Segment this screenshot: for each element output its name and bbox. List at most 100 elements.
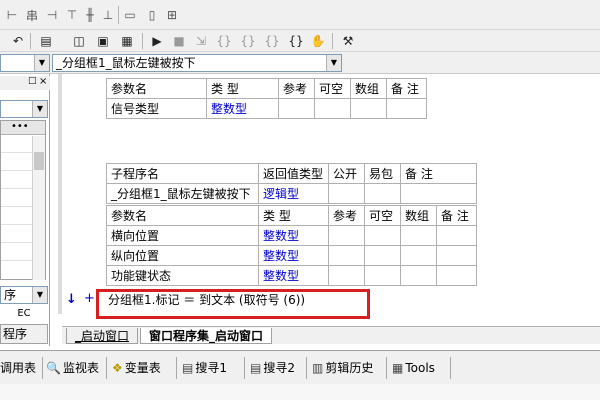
highlight-box bbox=[96, 289, 370, 319]
param-type-cell[interactable]: 整数型 bbox=[258, 225, 329, 246]
align-top-icon[interactable]: ⊤ bbox=[64, 7, 80, 23]
tab-separator bbox=[42, 357, 43, 379]
bottom-tool-tabs: 调用表 🔍 监视表 ❖ 变量表 ▤ 搜寻1 ▤ 搜寻2 ▥ 剪辑历史 ▦ Too… bbox=[0, 350, 600, 384]
table-row[interactable]: 横向位置 整数型 bbox=[106, 225, 477, 246]
tab-clipboard-history[interactable]: ▥ 剪辑历史 bbox=[312, 359, 373, 377]
panel-bottom-combo[interactable]: 序 ▼ bbox=[0, 286, 48, 304]
tab-call-table-label: 调用表 bbox=[0, 361, 37, 375]
table-cell[interactable] bbox=[278, 98, 315, 119]
pin-icon[interactable]: □ bbox=[28, 76, 37, 86]
table-cell[interactable] bbox=[328, 183, 365, 204]
tab-find2[interactable]: ▤ 搜寻2 bbox=[250, 359, 295, 377]
tab-window-class[interactable]: 窗口程序集_启动窗口 bbox=[140, 328, 273, 344]
align-bottom-icon[interactable]: ⊥ bbox=[100, 7, 116, 23]
tab-separator bbox=[450, 357, 451, 379]
stop-icon[interactable]: ■ bbox=[172, 33, 186, 49]
run-to-cursor-icon[interactable]: {} bbox=[288, 33, 304, 49]
tab-watch[interactable]: 🔍 监视表 bbox=[46, 359, 99, 377]
table-cell[interactable] bbox=[436, 245, 477, 266]
view-layout-b-icon[interactable]: ▣ bbox=[94, 33, 112, 49]
table-cell[interactable] bbox=[364, 265, 401, 286]
table-cell[interactable] bbox=[400, 245, 437, 266]
selector-bar: ▼ _分组框1_鼠标左键被按下 ▼ bbox=[0, 52, 600, 74]
left-panel: □ × ▼ ••• 序 ▼ EC 程序 bbox=[0, 74, 50, 346]
toolbar-separator bbox=[142, 33, 143, 49]
table-cell[interactable] bbox=[436, 265, 477, 286]
table-cell[interactable] bbox=[436, 225, 477, 246]
same-size-icon[interactable]: ⊞ bbox=[164, 7, 180, 23]
ellipsis-button[interactable]: ••• bbox=[11, 121, 29, 132]
tab-tools[interactable]: ▦ Tools bbox=[392, 359, 435, 377]
table-cell[interactable] bbox=[400, 183, 477, 204]
tab-variables-label: 变量表 bbox=[124, 361, 161, 375]
align-left-icon[interactable]: ⊢ bbox=[4, 7, 20, 23]
line-arrow-icon[interactable]: ↓ bbox=[66, 292, 77, 307]
subroutine-name-cell[interactable]: _分组框1_鼠标左键被按下 bbox=[106, 183, 259, 204]
table-cell[interactable] bbox=[364, 225, 401, 246]
header-cell: 参数名 bbox=[106, 78, 207, 99]
view-layout-a-icon[interactable]: ◫ bbox=[70, 33, 88, 49]
hand-icon[interactable]: ✋ bbox=[310, 33, 326, 49]
table-cell[interactable] bbox=[364, 183, 401, 204]
param-type-cell[interactable]: 整数型 bbox=[258, 245, 329, 266]
table-cell[interactable] bbox=[400, 265, 437, 286]
param-name-cell[interactable]: 功能键状态 bbox=[106, 265, 259, 286]
align-center-icon[interactable]: 串 bbox=[24, 7, 40, 23]
step-line-icon[interactable]: {} bbox=[264, 33, 280, 49]
view-layout-c-icon[interactable]: ▦ bbox=[118, 33, 136, 49]
same-height-icon[interactable]: ▯ bbox=[144, 7, 160, 23]
tab-variables[interactable]: ❖ 变量表 bbox=[112, 359, 161, 377]
find2-icon: ▤ bbox=[250, 361, 262, 375]
return-type-cell[interactable]: 逻辑型 bbox=[258, 183, 329, 204]
table-cell[interactable] bbox=[328, 265, 365, 286]
table-cell[interactable] bbox=[364, 245, 401, 266]
search-icon: 🔍 bbox=[46, 361, 61, 375]
table-cell[interactable] bbox=[386, 98, 427, 119]
panel-tab-program[interactable]: 程序 bbox=[0, 324, 48, 344]
scroll-thumb[interactable] bbox=[34, 152, 44, 170]
param-name-cell[interactable]: 横向位置 bbox=[106, 225, 259, 246]
find-icon[interactable]: ▤ bbox=[38, 33, 54, 49]
list-header: ••• bbox=[1, 121, 45, 135]
param-type-cell[interactable]: 整数型 bbox=[206, 98, 279, 119]
undo-icon[interactable]: ↶ bbox=[10, 33, 26, 49]
close-icon[interactable]: × bbox=[39, 76, 47, 87]
step-over-icon[interactable]: {} bbox=[216, 33, 232, 49]
table-cell[interactable] bbox=[328, 245, 365, 266]
line-plus-icon[interactable]: + bbox=[84, 291, 95, 306]
header-cell: 备 注 bbox=[400, 163, 477, 184]
scrollbar[interactable] bbox=[32, 136, 45, 280]
align-middle-icon[interactable]: ╫ bbox=[82, 7, 98, 23]
table-cell[interactable] bbox=[314, 98, 351, 119]
step-out-icon[interactable]: {} bbox=[240, 33, 256, 49]
table-cell[interactable] bbox=[328, 225, 365, 246]
tab-call-table[interactable]: 调用表 bbox=[0, 359, 36, 377]
subroutine-selector[interactable]: _分组框1_鼠标左键被按下 ▼ bbox=[52, 54, 342, 72]
alignment-toolbar: ⊢ 串 ⊣ ⊤ ╫ ⊥ ▭ ▯ ⊞ bbox=[0, 0, 600, 30]
chevron-down-icon: ▼ bbox=[32, 101, 47, 117]
table-row[interactable]: 功能键状态 整数型 bbox=[106, 265, 477, 286]
param-name-cell[interactable]: 信号类型 bbox=[106, 98, 207, 119]
table-row[interactable]: 信号类型 整数型 bbox=[106, 98, 427, 119]
step-into-icon[interactable]: ⇲ bbox=[194, 33, 208, 49]
header-cell: 参考 bbox=[278, 78, 315, 99]
left-combo[interactable]: ▼ bbox=[0, 54, 50, 72]
table-row[interactable]: 纵向位置 整数型 bbox=[106, 245, 477, 266]
panel-combo[interactable]: ▼ bbox=[0, 100, 48, 118]
run-icon[interactable]: ▶ bbox=[150, 33, 164, 49]
param-name-cell[interactable]: 纵向位置 bbox=[106, 245, 259, 266]
table-row[interactable]: _分组框1_鼠标左键被按下 逻辑型 bbox=[106, 183, 477, 204]
table-header-row: 子程序名 返回值类型 公开 易包 备 注 bbox=[106, 163, 477, 184]
header-cell: 数组 bbox=[400, 205, 437, 226]
tab-find1[interactable]: ▤ 搜寻1 bbox=[182, 359, 227, 377]
param-type-cell[interactable]: 整数型 bbox=[258, 265, 329, 286]
panel-tab-program-label: 程序 bbox=[3, 327, 28, 341]
table-cell[interactable] bbox=[400, 225, 437, 246]
compile-icon[interactable]: ⚒ bbox=[340, 33, 356, 49]
align-right-icon[interactable]: ⊣ bbox=[44, 7, 60, 23]
same-width-icon[interactable]: ▭ bbox=[122, 7, 138, 23]
editor-tabs: _启动窗口 窗口程序集_启动窗口 bbox=[62, 326, 600, 344]
tab-startup-window[interactable]: _启动窗口 bbox=[66, 328, 139, 344]
table-cell[interactable] bbox=[350, 98, 387, 119]
tab-separator bbox=[386, 357, 387, 379]
